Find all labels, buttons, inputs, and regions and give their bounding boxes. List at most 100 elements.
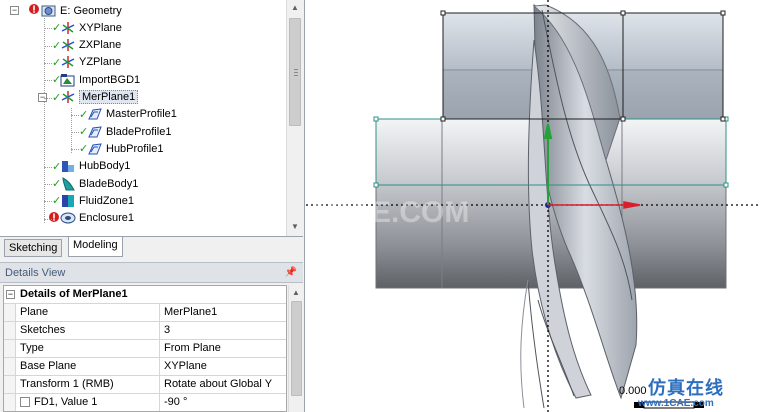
status-check-icon: ✓ bbox=[52, 74, 62, 87]
details-property-value[interactable]: From Plane bbox=[160, 340, 286, 357]
tree-item[interactable]: − E: Geometry bbox=[10, 2, 122, 19]
profile-icon bbox=[87, 125, 103, 139]
model-render[interactable]: 1CAE.COM bbox=[306, 0, 760, 412]
tree-item[interactable]: ✓ XYPlane bbox=[52, 19, 122, 36]
details-row[interactable]: Type From Plane bbox=[4, 340, 286, 358]
details-property-name: Transform 1 (RMB) bbox=[16, 376, 160, 393]
details-row[interactable]: Base Plane XYPlane bbox=[4, 358, 286, 376]
body-icon bbox=[60, 159, 76, 173]
details-property-value[interactable]: XYPlane bbox=[160, 358, 286, 375]
watermark-site: www.1CAE.com bbox=[638, 398, 714, 409]
tree-item[interactable]: ✓ ImportBGD1 bbox=[52, 71, 140, 88]
error-status-icon bbox=[28, 3, 40, 18]
tree-guide-line bbox=[44, 97, 52, 99]
details-view-title: Details View bbox=[5, 267, 66, 279]
tree-item-label: ImportBGD1 bbox=[79, 73, 141, 86]
pin-icon[interactable]: 📌 bbox=[285, 263, 297, 283]
property-name-text: Plane bbox=[20, 306, 49, 318]
row-margin bbox=[4, 340, 16, 357]
details-property-value[interactable]: -90 ° bbox=[160, 394, 286, 411]
tree-scrollbar[interactable]: ▲ ▼ bbox=[286, 0, 303, 236]
status-check-icon: ✓ bbox=[52, 22, 62, 35]
parameter-checkbox[interactable] bbox=[20, 397, 30, 408]
details-property-value[interactable]: 3 bbox=[160, 322, 286, 339]
tree-guide-line bbox=[44, 218, 52, 220]
faint-watermark: 1CAE.COM bbox=[311, 196, 469, 229]
details-property-value[interactable]: Rotate about Global Y bbox=[160, 376, 286, 393]
status-check-icon: ✓ bbox=[79, 126, 89, 139]
geometry-icon bbox=[41, 4, 57, 18]
profile-icon bbox=[87, 142, 103, 156]
status-check-icon: ✓ bbox=[52, 178, 62, 190]
details-scrollbar[interactable]: ▲ bbox=[288, 285, 303, 412]
scroll-up-icon[interactable]: ▲ bbox=[287, 0, 303, 16]
tab-label: Modeling bbox=[73, 239, 118, 251]
tree-guide-line bbox=[44, 166, 52, 168]
left-panel: − E: Geometry ✓ XYPlane ✓ ZXPlane ✓ YZPlane ✓ Imp… bbox=[0, 0, 305, 412]
watermark-logo: 仿真在线 bbox=[648, 378, 724, 399]
status-check-icon: ✓ bbox=[52, 160, 62, 173]
details-row[interactable]: Transform 1 (RMB) Rotate about Global Y bbox=[4, 376, 286, 394]
property-name-text: Type bbox=[20, 342, 44, 354]
status-check-icon: ✓ bbox=[52, 39, 62, 52]
plane-axes-icon bbox=[60, 38, 76, 52]
tree-guide-line bbox=[44, 18, 45, 223]
tree-item-label: BladeBody1 bbox=[79, 177, 139, 190]
tab-sketching[interactable]: Sketching bbox=[4, 239, 63, 257]
details-row[interactable]: Sketches 3 bbox=[4, 322, 286, 340]
tree-guide-line bbox=[44, 45, 52, 47]
fluid-zone-icon bbox=[60, 194, 76, 208]
details-group-row[interactable]: − Details of MerPlane1 bbox=[4, 286, 286, 304]
tree-item[interactable]: ✓ HubBody1 bbox=[52, 158, 130, 175]
tree-item-label: ZXPlane bbox=[79, 39, 122, 52]
enclosure-icon bbox=[60, 211, 76, 225]
row-margin bbox=[4, 304, 16, 321]
tree-item[interactable]: ✓ MasterProfile1 bbox=[79, 106, 177, 123]
details-grid: − Details of MerPlane1 Plane MerPlane1 Ske… bbox=[3, 285, 287, 412]
tree-item[interactable]: ✓ YZPlane bbox=[52, 54, 121, 71]
collapse-icon[interactable]: − bbox=[10, 6, 19, 15]
tree-item-label: YZPlane bbox=[79, 56, 122, 69]
scale-label: 0.000 bbox=[619, 385, 647, 397]
details-property-name: Sketches bbox=[16, 322, 160, 339]
tree-item-label: E: Geometry bbox=[60, 4, 122, 17]
tree-guide-line bbox=[44, 201, 52, 203]
tree-item[interactable]: ✓ − MerPlane1 bbox=[38, 89, 139, 106]
scrollbar-thumb[interactable] bbox=[291, 301, 302, 396]
tree-item[interactable]: Enclosure1 bbox=[49, 210, 135, 227]
scroll-up-icon[interactable]: ▲ bbox=[289, 285, 303, 301]
blade-body-icon bbox=[60, 176, 76, 191]
tab-label: Sketching bbox=[9, 242, 58, 254]
tree-item-label: Enclosure1 bbox=[79, 212, 135, 225]
scrollbar-thumb[interactable] bbox=[289, 18, 301, 126]
import-icon bbox=[60, 73, 76, 87]
tree-item[interactable]: ✓ BladeProfile1 bbox=[79, 123, 171, 140]
row-margin bbox=[4, 358, 16, 375]
details-property-name: Base Plane bbox=[16, 358, 160, 375]
tree-item-label: XYPlane bbox=[79, 21, 122, 34]
details-property-name: Type bbox=[16, 340, 160, 357]
tree-item[interactable]: ✓ HubProfile1 bbox=[79, 140, 163, 157]
collapse-icon[interactable]: − bbox=[6, 290, 15, 299]
scroll-down-icon[interactable]: ▼ bbox=[287, 219, 303, 235]
tree-item[interactable]: ✓ BladeBody1 bbox=[52, 175, 138, 192]
tree-guide-line bbox=[71, 149, 79, 151]
status-check-icon: ✓ bbox=[79, 143, 89, 156]
details-view-header: Details View 📌 bbox=[0, 262, 303, 283]
details-row[interactable]: Plane MerPlane1 bbox=[4, 304, 286, 322]
tree-item-label: BladeProfile1 bbox=[106, 125, 172, 138]
property-name-text: Base Plane bbox=[20, 360, 77, 372]
tree-guide-line bbox=[44, 80, 52, 82]
tree-item-label: MerPlane1 bbox=[79, 90, 139, 104]
plane-axes-icon bbox=[60, 21, 76, 35]
property-name-text: Sketches bbox=[20, 324, 66, 336]
graphics-viewport[interactable]: 1CAE.COM bbox=[306, 0, 760, 412]
details-property-value[interactable]: MerPlane1 bbox=[160, 304, 286, 321]
tree-item[interactable]: ✓ ZXPlane bbox=[52, 37, 121, 54]
property-name-text: FD1, Value 1 bbox=[34, 396, 98, 408]
tree-item[interactable]: ✓ FluidZone1 bbox=[52, 192, 134, 209]
tab-bar: Sketching Modeling bbox=[0, 236, 303, 258]
details-row[interactable]: FD1, Value 1 -90 ° bbox=[4, 394, 286, 411]
model-tree: − E: Geometry ✓ XYPlane ✓ ZXPlane ✓ YZPlane ✓ Imp… bbox=[0, 0, 303, 236]
tab-modeling[interactable]: Modeling bbox=[68, 237, 123, 257]
